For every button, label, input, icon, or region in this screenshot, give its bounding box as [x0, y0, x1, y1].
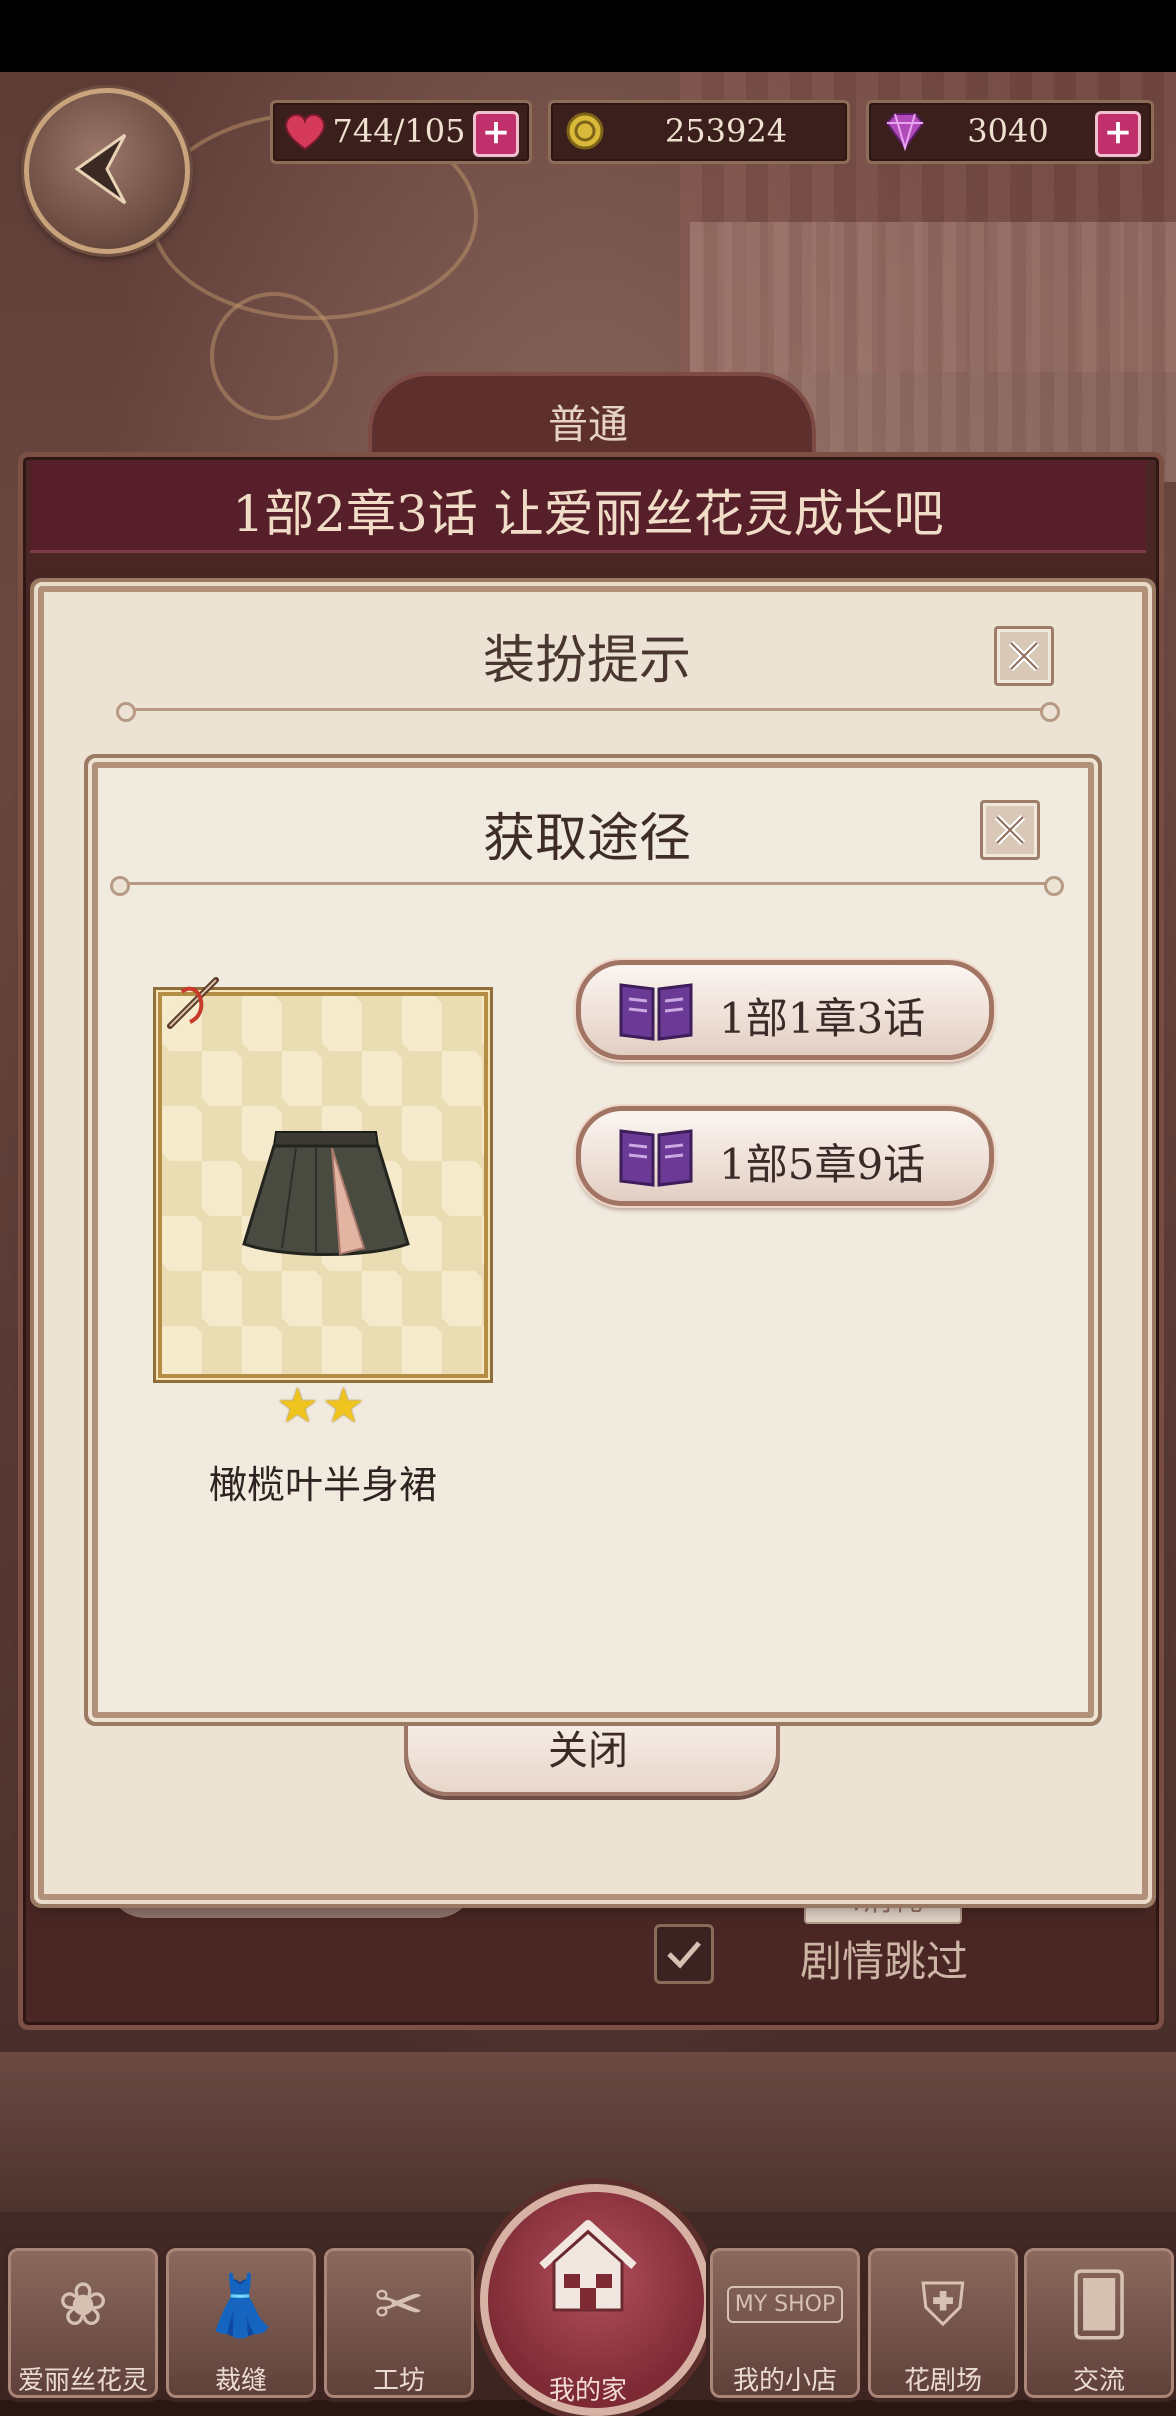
- outfit-hint-close-button[interactable]: [994, 626, 1054, 686]
- heart-icon: [285, 113, 325, 151]
- skip-story-label: 剧情跳过: [800, 1937, 969, 1986]
- nav-alice-fairy[interactable]: ❀ 爱丽丝花灵: [4, 2244, 162, 2402]
- diamond-icon: [885, 113, 925, 151]
- diamond-value: 3040: [967, 112, 1049, 150]
- stamina-counter: 744/105 +: [270, 100, 532, 164]
- book-icon: [619, 1129, 693, 1187]
- sewing-icon: ✂: [373, 2270, 425, 2340]
- nav-label: 裁缝: [214, 2366, 267, 2396]
- needle-icon: [167, 977, 219, 1029]
- acquire-route-close-button[interactable]: [980, 800, 1040, 860]
- close-icon: [1008, 640, 1040, 672]
- nav-workshop[interactable]: ✂ 工坊: [320, 2244, 478, 2402]
- skirt-icon: [242, 1131, 410, 1256]
- house-icon: [539, 2220, 637, 2312]
- checkmark-icon: [667, 1941, 701, 1969]
- nav-label: 我的小店: [732, 2366, 837, 2396]
- nav-label: 爱丽丝花灵: [17, 2366, 148, 2396]
- route-button-2[interactable]: 1部5章9话: [576, 1106, 994, 1206]
- dress-icon: 👗: [203, 2271, 279, 2341]
- rarity-star-icon: ★: [276, 1378, 320, 1434]
- route-label: 1部1章3话: [719, 994, 926, 1043]
- gold-counter: 253924: [548, 100, 850, 164]
- add-stamina-button[interactable]: +: [473, 111, 519, 157]
- outfit-hint-title: 装扮提示: [482, 631, 691, 691]
- stage-difficulty-label: 普通: [548, 402, 628, 448]
- diamond-counter: 3040 +: [866, 100, 1154, 164]
- stage-title: 1部2章3话 让爱丽丝花灵成长吧: [232, 485, 944, 543]
- item-name: 橄榄叶半身裙: [208, 1463, 437, 1507]
- nav-flower-theater[interactable]: ⛨ 花剧场: [864, 2244, 1022, 2402]
- route-button-1[interactable]: 1部1章3话: [576, 960, 994, 1060]
- rarity-star-icon: ★: [322, 1378, 366, 1434]
- divider: [116, 702, 1060, 722]
- back-button[interactable]: [24, 88, 190, 254]
- nav-label: 我的家: [548, 2376, 627, 2406]
- book-icon: [619, 983, 693, 1041]
- shop-sign: MY SHOP: [726, 2286, 844, 2323]
- route-label: 1部5章9话: [719, 1140, 926, 1189]
- acquire-route-title: 获取途径: [482, 809, 691, 869]
- nav-social[interactable]: 🂠 交流: [1020, 2244, 1176, 2402]
- status-bar: [0, 0, 1176, 72]
- fairy-icon: ❀: [57, 2270, 109, 2340]
- stamina-value: 744/105: [332, 112, 466, 150]
- nav-tailor[interactable]: 👗 裁缝: [162, 2244, 320, 2402]
- card-icon: 🂠: [1068, 2270, 1130, 2340]
- skip-story-checkbox[interactable]: [654, 1924, 714, 1984]
- nav-label: 花剧场: [903, 2366, 982, 2396]
- nav-label: 交流: [1072, 2366, 1125, 2396]
- close-button-label: 关闭: [548, 1728, 628, 1774]
- back-arrow-icon: [74, 133, 127, 205]
- add-diamonds-button[interactable]: +: [1095, 111, 1141, 157]
- nav-label: 工坊: [372, 2366, 425, 2396]
- nav-my-shop[interactable]: MY SHOP 我的小店: [706, 2244, 864, 2402]
- theater-icon: ⛨: [920, 2270, 966, 2340]
- gold-value: 253924: [664, 112, 788, 150]
- shop-icon: MY SHOP: [710, 2286, 860, 2323]
- close-icon: [994, 814, 1026, 846]
- gold-coin-icon: [566, 112, 604, 150]
- divider: [110, 876, 1064, 896]
